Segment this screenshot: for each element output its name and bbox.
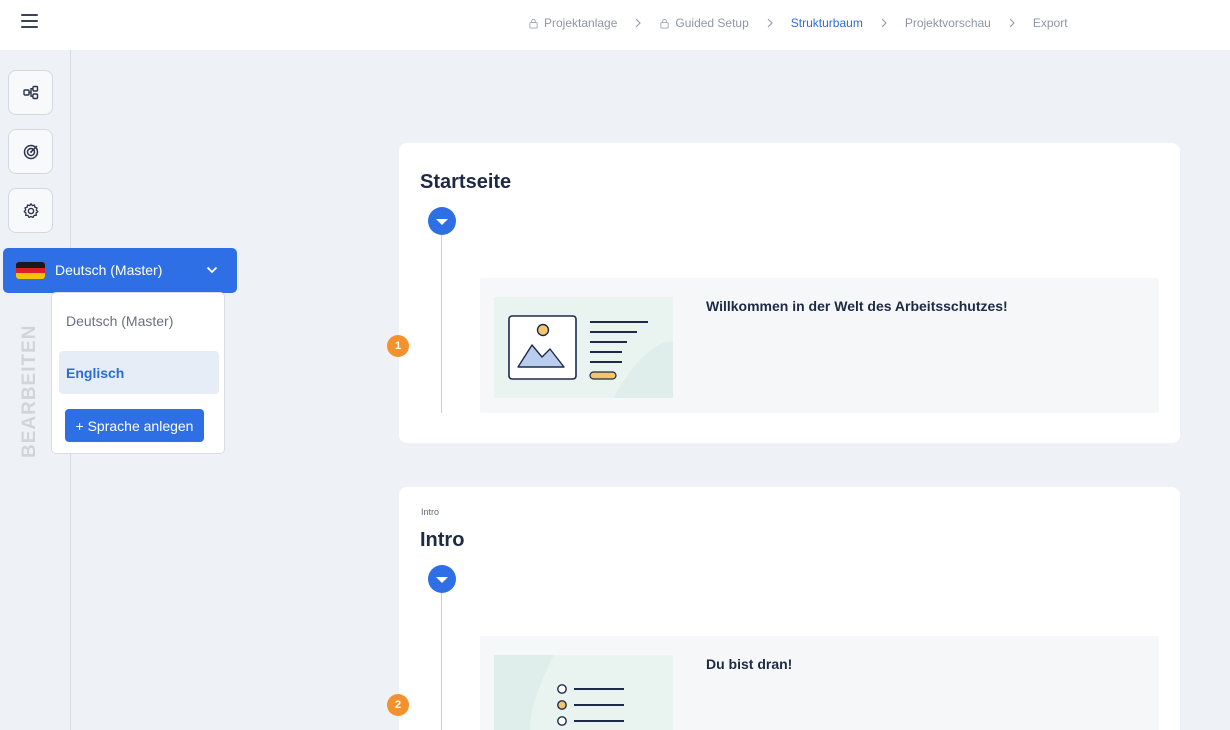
language-select[interactable]: Deutsch (Master): [3, 248, 237, 293]
structure-tree-button[interactable]: [8, 70, 53, 115]
chevron-down-icon: [206, 266, 218, 274]
card-title: Startseite: [420, 171, 512, 193]
element-row[interactable]: Willkommen in der Welt des Arbeitsschutz…: [480, 278, 1159, 413]
breadcrumb-label: Projektanlage: [544, 16, 618, 30]
breadcrumb-label: Export: [1032, 16, 1068, 30]
checklist-thumbnail: [494, 655, 673, 730]
element-index-badge: 2: [387, 694, 409, 716]
target-button[interactable]: [8, 129, 53, 174]
lock-icon: [529, 18, 538, 29]
breadcrumb-item-export[interactable]: Export: [1033, 16, 1068, 30]
add-language-button[interactable]: + Sprache anlegen: [65, 409, 204, 442]
language-dropdown: Deutsch (Master) Englisch + Sprache anle…: [51, 292, 225, 454]
structure-tree-icon: [22, 85, 38, 99]
card-small-label: Intro: [421, 507, 440, 517]
element-index-badge: 1: [387, 335, 409, 357]
breadcrumb-item-guided-setup[interactable]: Guided Setup: [659, 16, 749, 30]
hamburger-menu-icon[interactable]: [21, 14, 41, 30]
breadcrumb-item-strukturbaum[interactable]: Strukturbaum: [791, 16, 863, 30]
german-flag-icon: [16, 262, 45, 279]
gear-icon: [23, 202, 38, 218]
breadcrumb: Projektanlage Guided Setup Strukturbaum …: [528, 16, 1068, 30]
language-option-englisch[interactable]: Englisch: [59, 351, 219, 394]
page-card-intro: Intro Intro Du bist dran!: [399, 487, 1180, 730]
breadcrumb-label: Guided Setup: [675, 16, 749, 30]
chevron-right-icon: [881, 18, 887, 28]
caret-down-icon: [436, 577, 448, 583]
image-text-thumbnail: [494, 297, 673, 398]
image-text-illustration-icon: [508, 315, 673, 398]
element-row[interactable]: Du bist dran!: [480, 636, 1159, 730]
tree-line: [441, 235, 442, 413]
element-title: Willkommen in der Welt des Arbeitsschutz…: [706, 298, 1008, 314]
card-title: Intro: [420, 529, 465, 551]
target-icon: [23, 144, 38, 159]
breadcrumb-label: Projektvorschau: [904, 16, 991, 30]
edit-vertical-label: BEARBEITEN: [19, 324, 40, 458]
chevron-right-icon: [1009, 18, 1015, 28]
language-selected-label: Deutsch (Master): [55, 262, 163, 278]
page-card-startseite: Startseite Willkommen in der Welt des Ar…: [399, 143, 1180, 443]
collapse-toggle[interactable]: [428, 207, 456, 235]
language-option-deutsch[interactable]: Deutsch (Master): [59, 299, 219, 342]
top-bar: Projektanlage Guided Setup Strukturbaum …: [0, 0, 1230, 50]
checklist-illustration-icon: [494, 655, 624, 730]
caret-down-icon: [436, 219, 448, 225]
element-title: Du bist dran!: [706, 656, 793, 672]
collapse-toggle[interactable]: [428, 565, 456, 593]
breadcrumb-item-projektvorschau[interactable]: Projektvorschau: [905, 16, 991, 30]
tree-line: [441, 593, 442, 730]
breadcrumb-label: Strukturbaum: [790, 16, 863, 30]
chevron-right-icon: [767, 18, 773, 28]
breadcrumb-item-projektanlage[interactable]: Projektanlage: [528, 16, 617, 30]
settings-button[interactable]: [8, 188, 53, 233]
lock-icon: [660, 18, 670, 29]
chevron-right-icon: [635, 18, 642, 28]
